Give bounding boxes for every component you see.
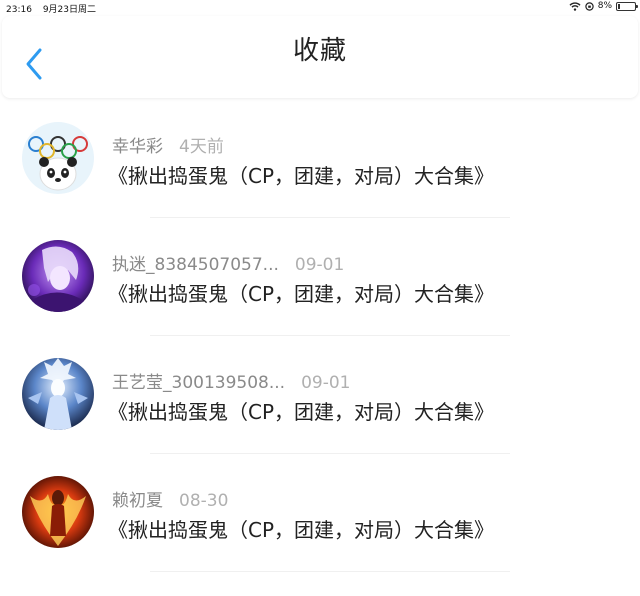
item-title[interactable]: 《揪出捣蛋鬼（CP，团建，对局）大合集》 [108,278,494,307]
wifi-icon [569,1,581,11]
item-title[interactable]: 《揪出捣蛋鬼（CP，团建，对局）大合集》 [108,514,494,543]
olympic-panda-avatar-icon [22,122,94,194]
list-item[interactable]: 执迷_8384507057... 09-01 《揪出捣蛋鬼（CP，团建，对局）大合… [0,218,640,336]
item-time: 08-30 [179,491,229,511]
author-name[interactable]: 赖初夏 [112,491,163,511]
item-title[interactable]: 《揪出捣蛋鬼（CP，团建，对局）大合集》 [108,160,494,189]
item-meta: 执迷_8384507057... 09-01 [112,250,344,275]
avatar[interactable] [22,358,94,430]
purple-anime-avatar-icon [22,240,94,312]
divider [150,571,510,572]
avatar[interactable] [22,476,94,548]
orientation-lock-icon [585,1,594,11]
item-meta: 幸华彩 4天前 [112,132,224,157]
favorites-list: 幸华彩 4天前 《揪出捣蛋鬼（CP，团建，对局）大合集》 执迷_838450705… [0,100,640,572]
avatar[interactable] [22,240,94,312]
avatar[interactable] [22,122,94,194]
item-time: 4天前 [179,137,224,157]
author-name[interactable]: 王艺莹_300139508... [112,373,285,393]
item-time: 09-01 [301,373,351,393]
author-name[interactable]: 执迷_8384507057... [112,255,279,275]
status-left: 23:16 9月23日周二 [6,2,104,15]
item-time: 09-01 [294,255,345,275]
fire-dancer-avatar-icon [22,476,94,548]
battery-percent: 8% [597,1,612,11]
list-item[interactable]: 幸华彩 4天前 《揪出捣蛋鬼（CP，团建，对局）大合集》 [0,100,640,218]
blue-anime-avatar-icon [22,358,94,430]
page-title: 收藏 [292,36,347,66]
battery-icon [616,1,638,11]
status-time: 23:16 [6,5,32,15]
item-meta: 赖初夏 08-30 [112,486,228,511]
status-date: 9月23日周二 [42,5,96,15]
item-meta: 王艺莹_300139508... 09-01 [112,368,350,393]
author-name[interactable]: 幸华彩 [112,137,163,157]
status-bar: 23:16 9月23日周二 8% [0,0,640,16]
list-item[interactable]: 王艺莹_300139508... 09-01 《揪出捣蛋鬼（CP，团建，对局）大合… [0,336,640,454]
status-right: 8% [569,1,638,11]
item-title[interactable]: 《揪出捣蛋鬼（CP，团建，对局）大合集》 [108,396,494,425]
list-item[interactable]: 赖初夏 08-30 《揪出捣蛋鬼（CP，团建，对局）大合集》 [0,454,640,572]
